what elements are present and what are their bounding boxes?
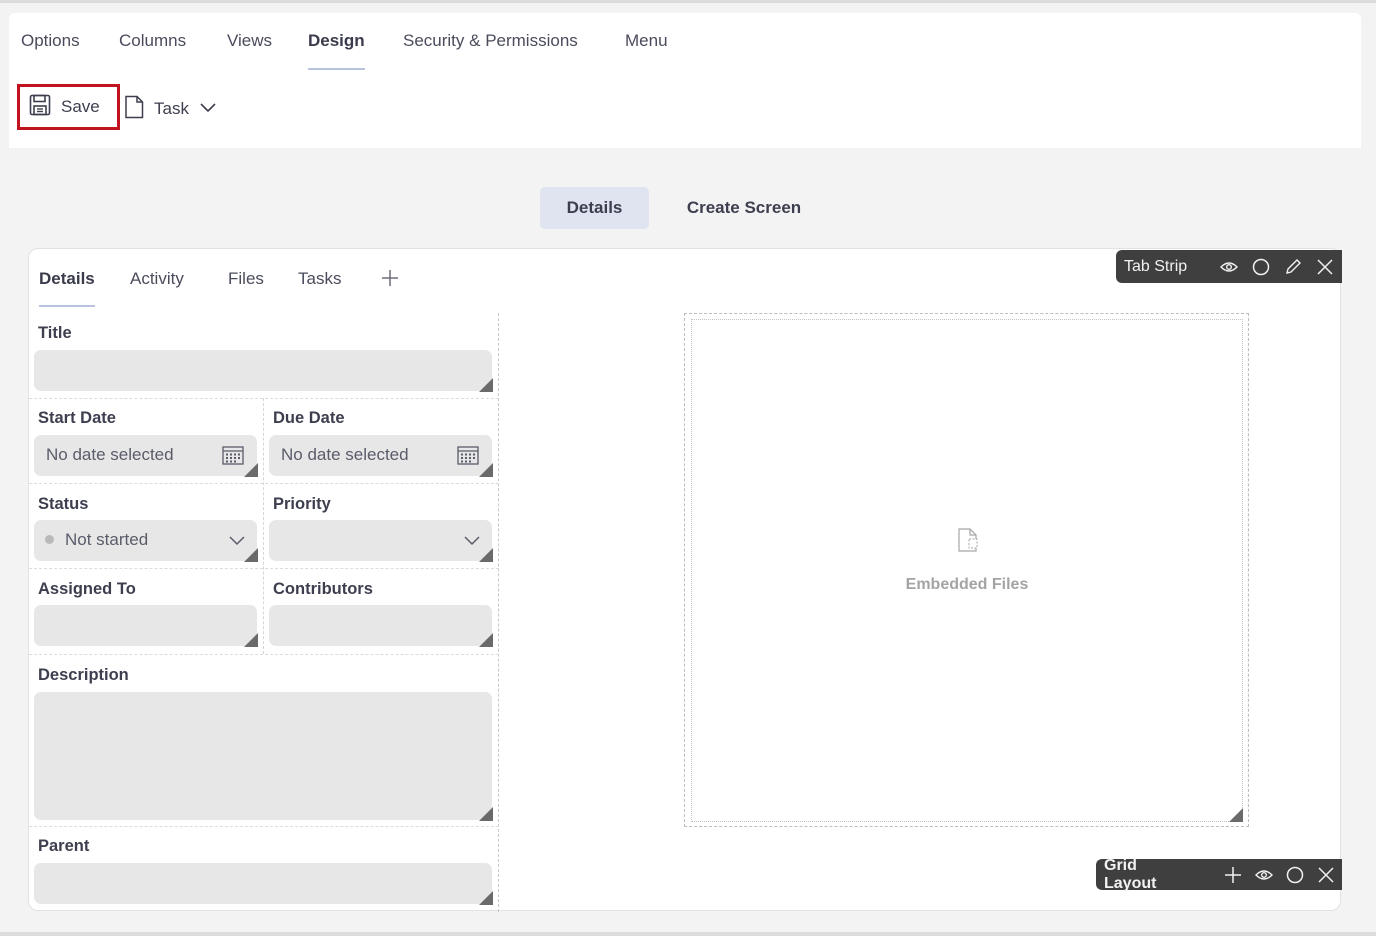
resize-handle-icon[interactable] <box>479 548 493 562</box>
embedded-files-container[interactable]: Embedded Files <box>684 313 1249 827</box>
document-icon <box>124 95 144 124</box>
embedded-files-area: Embedded Files <box>691 319 1243 822</box>
tab-strip-toolbar: Tab Strip <box>1116 250 1342 283</box>
embedded-files-label: Embedded Files <box>905 576 1029 593</box>
grid-layout-toolbar: Grid Layout <box>1096 856 1342 892</box>
add-tab-icon[interactable] <box>380 264 400 295</box>
assigned-to-label: Assigned To <box>38 580 136 598</box>
eye-icon[interactable] <box>1213 251 1245 283</box>
start-date-field[interactable]: No date selected <box>34 435 258 477</box>
calendar-icon[interactable] <box>222 445 244 470</box>
resize-handle-icon[interactable] <box>244 463 258 477</box>
screen-tabs: Details Create Screen <box>540 187 839 229</box>
task-content-type-dropdown[interactable]: Task <box>124 88 217 130</box>
pencil-icon[interactable] <box>1277 251 1309 283</box>
row-divider <box>29 654 499 655</box>
file-icon <box>957 528 979 557</box>
tab-columns[interactable]: Columns <box>119 31 186 71</box>
start-date-value: No date selected <box>46 445 174 464</box>
tab-views[interactable]: Views <box>227 31 272 71</box>
contributors-field[interactable] <box>269 605 493 647</box>
calendar-icon[interactable] <box>457 445 479 470</box>
due-date-field[interactable]: No date selected <box>269 435 493 477</box>
due-date-label: Due Date <box>273 409 345 427</box>
form-tab-activity[interactable]: Activity <box>130 269 184 289</box>
circle-icon[interactable] <box>1280 859 1311 891</box>
description-label: Description <box>38 666 129 684</box>
start-date-label: Start Date <box>38 409 116 427</box>
tab-options[interactable]: Options <box>21 31 80 71</box>
close-icon[interactable] <box>1311 859 1342 891</box>
save-label: Save <box>61 97 100 116</box>
priority-select[interactable] <box>269 520 493 562</box>
column-divider <box>263 398 264 654</box>
row-divider <box>29 568 499 569</box>
list-settings-header: Options Columns Views Design Security & … <box>9 13 1361 148</box>
status-select[interactable]: Not started <box>34 520 258 562</box>
save-button[interactable]: Save <box>17 84 120 130</box>
screen-tab-details[interactable]: Details <box>540 187 649 229</box>
row-divider <box>29 826 499 827</box>
form-design-canvas: Details Activity Files Tasks Tab Strip T… <box>28 248 1342 912</box>
status-label: Status <box>38 495 89 513</box>
row-divider <box>29 398 499 399</box>
contributors-label: Contributors <box>273 580 373 598</box>
parent-label: Parent <box>38 837 90 855</box>
tab-menu[interactable]: Menu <box>625 31 668 71</box>
row-divider <box>29 483 499 484</box>
grid-layout-label: Grid Layout <box>1104 856 1157 892</box>
resize-handle-icon[interactable] <box>1229 808 1243 822</box>
status-dot-icon <box>45 535 54 544</box>
resize-handle-icon[interactable] <box>479 807 493 821</box>
resize-handle-icon[interactable] <box>244 548 258 562</box>
form-tab-details[interactable]: Details <box>39 269 95 307</box>
eye-icon[interactable] <box>1249 859 1280 891</box>
parent-field[interactable] <box>34 863 493 905</box>
status-value: Not started <box>65 530 149 549</box>
close-icon[interactable] <box>1309 251 1341 283</box>
save-icon <box>29 94 51 121</box>
title-label: Title <box>38 324 72 342</box>
tab-design[interactable]: Design <box>308 31 365 71</box>
screen-tab-create-screen[interactable]: Create Screen <box>649 187 839 229</box>
plus-icon[interactable] <box>1217 859 1248 891</box>
resize-handle-icon[interactable] <box>479 891 493 905</box>
fields-panel: Title Start Date No date selected Due Da… <box>29 313 499 912</box>
bottom-border <box>0 932 1376 936</box>
description-field[interactable] <box>34 692 493 821</box>
title-field[interactable] <box>34 350 493 392</box>
top-border <box>0 0 1376 3</box>
form-tab-tasks[interactable]: Tasks <box>298 269 341 289</box>
resize-handle-icon[interactable] <box>244 633 258 647</box>
resize-handle-icon[interactable] <box>479 633 493 647</box>
resize-handle-icon[interactable] <box>479 463 493 477</box>
assigned-to-field[interactable] <box>34 605 258 647</box>
form-tab-files[interactable]: Files <box>228 269 264 289</box>
priority-label: Priority <box>273 495 331 513</box>
resize-handle-icon[interactable] <box>479 378 493 392</box>
tab-security-permissions[interactable]: Security & Permissions <box>403 31 578 71</box>
circle-icon[interactable] <box>1245 251 1277 283</box>
chevron-down-icon <box>199 99 217 119</box>
due-date-value: No date selected <box>281 445 409 464</box>
task-label: Task <box>154 99 189 118</box>
tab-strip-label: Tab Strip <box>1124 257 1188 275</box>
